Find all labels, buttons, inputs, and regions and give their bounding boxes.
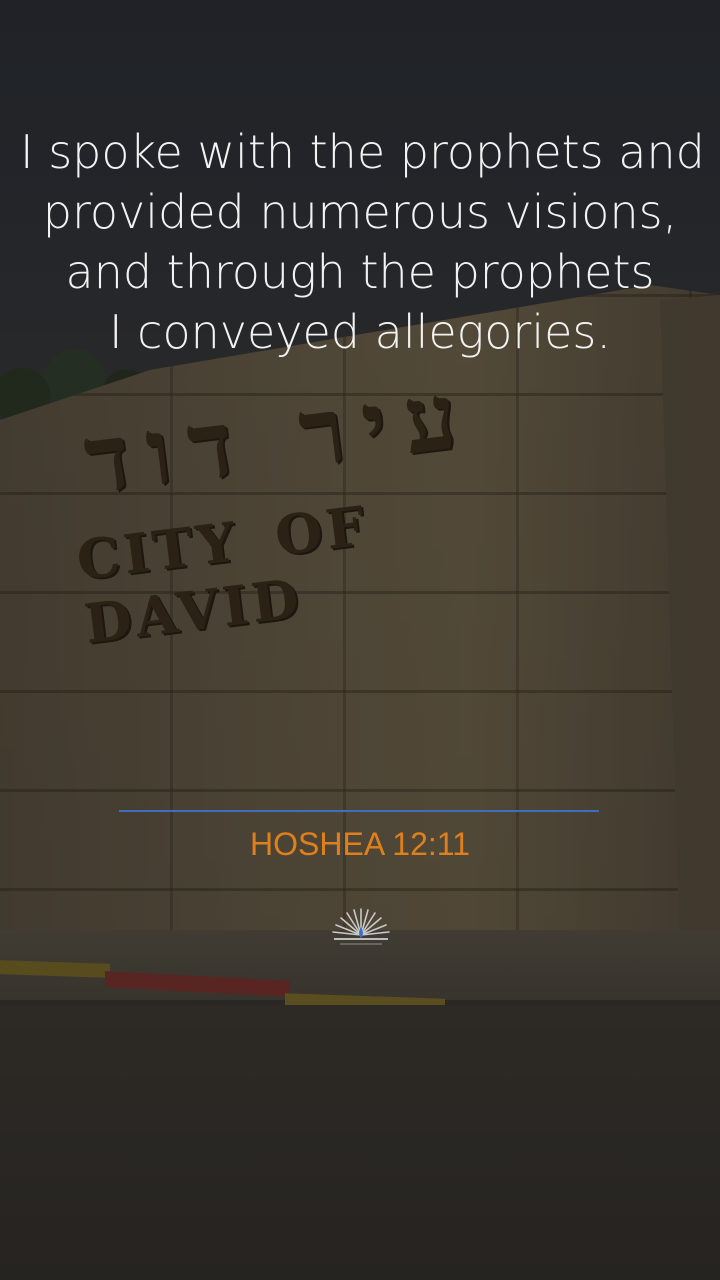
- verse-screen: עיר דוד CITY OF DAVID I spoke with the p…: [0, 0, 720, 1280]
- divider-line: [119, 810, 599, 812]
- verse-line: and through the prophets: [65, 245, 655, 299]
- menorah-sunburst-icon: [332, 908, 390, 945]
- verse-reference: HOSHEA 12:11: [250, 826, 470, 862]
- verse-text: I spoke with the prophets and provided n…: [20, 122, 705, 362]
- verse-line: provided numerous visions,: [42, 185, 678, 239]
- verse-line: I conveyed allegories.: [108, 305, 612, 359]
- verse-line: I spoke with the prophets and: [20, 125, 705, 179]
